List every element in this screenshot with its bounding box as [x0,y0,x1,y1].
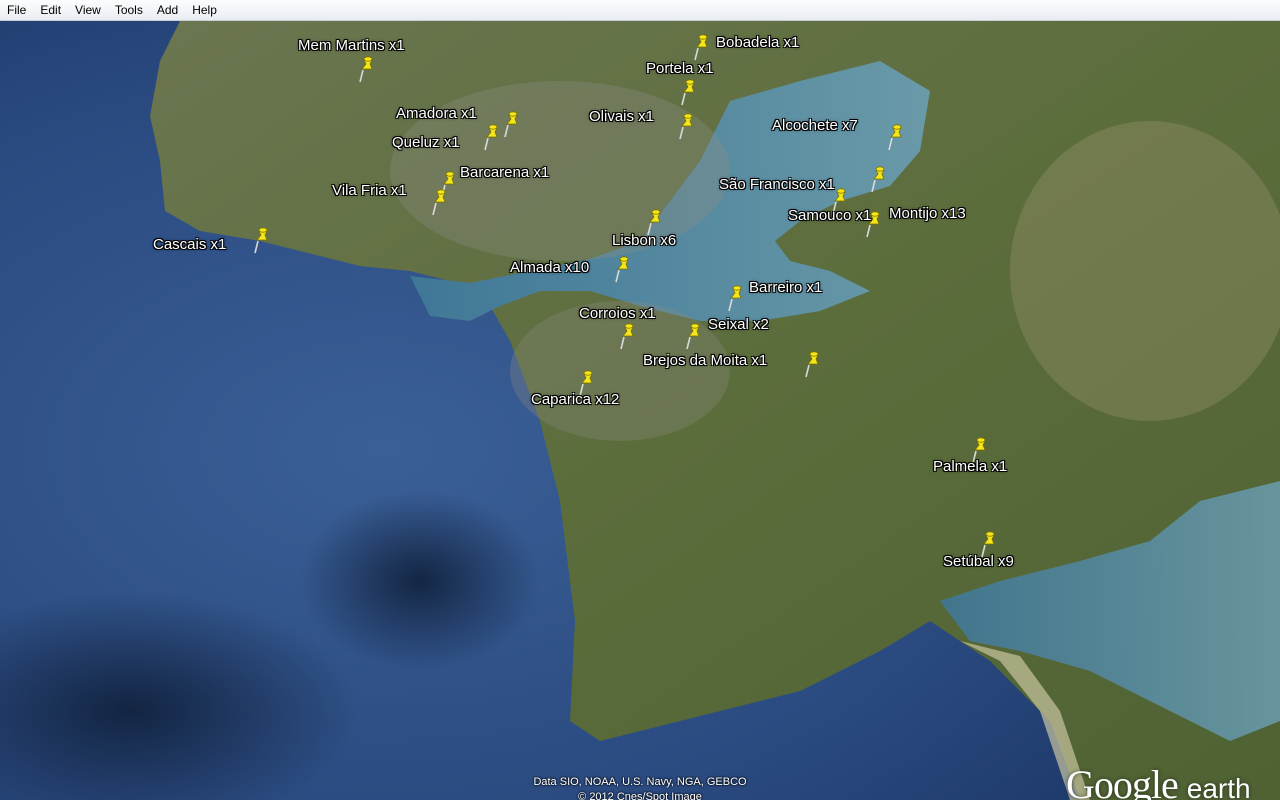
placemark-label-seixal[interactable]: Seixal x2 [708,316,769,333]
placemark-label-alcochete[interactable]: Alcochete x7 [772,117,858,134]
pushpin-icon[interactable] [684,323,704,351]
pushpin-icon[interactable] [430,189,450,217]
menu-view[interactable]: View [68,0,108,20]
pushpin-icon[interactable] [502,111,522,139]
pushpin-icon[interactable] [886,124,906,152]
imagery-credits: Data SIO, NOAA, U.S. Navy, NGA, GEBCO © … [515,775,765,800]
placemark-label-corroios[interactable]: Corroios x1 [579,305,656,322]
pushpin-icon[interactable] [252,227,272,255]
placemark-label-lisbon[interactable]: Lisbon x6 [612,232,676,249]
pushpin-icon[interactable] [613,256,633,284]
placemark-label-setubal[interactable]: Setúbal x9 [943,553,1014,570]
pushpin-icon[interactable] [482,124,502,152]
placemark-label-sao-francisco[interactable]: São Francisco x1 [719,176,835,193]
placemark-label-portela[interactable]: Portela x1 [646,60,714,77]
map-imagery [0,21,1280,800]
pushpin-icon[interactable] [677,113,697,141]
pushpin-icon[interactable] [692,34,712,62]
placemark-label-almada[interactable]: Almada x10 [510,259,589,276]
pushpin-icon[interactable] [357,56,377,84]
pushpin-icon[interactable] [618,323,638,351]
placemark-label-mem-martins[interactable]: Mem Martins x1 [298,37,405,54]
pushpin-icon[interactable] [679,79,699,107]
placemark-label-brejos-da-moita[interactable]: Brejos da Moita x1 [643,352,767,369]
google-earth-logo: Google earth [1066,762,1251,800]
placemark-label-montijo[interactable]: Montijo x13 [889,205,966,222]
placemark-label-olivais[interactable]: Olivais x1 [589,108,654,125]
satellite-map[interactable]: Mem Martins x1 Bobadela x1 Portela x1 Amado… [0,21,1280,800]
pushpin-icon[interactable] [803,351,823,379]
placemark-label-barreiro[interactable]: Barreiro x1 [749,279,822,296]
placemark-label-samouco[interactable]: Samouco x1 [788,207,871,224]
menu-file[interactable]: File [0,0,33,20]
pushpin-icon[interactable] [869,166,889,194]
menu-tools[interactable]: Tools [108,0,150,20]
cloud-shadow [300,491,540,671]
farmland-area [1010,121,1280,421]
almada-urban-area [510,301,730,441]
placemark-label-palmela[interactable]: Palmela x1 [933,458,1007,475]
placemark-label-vila-fria[interactable]: Vila Fria x1 [332,182,407,199]
placemark-label-cascais[interactable]: Cascais x1 [153,236,226,253]
placemark-label-amadora[interactable]: Amadora x1 [396,105,477,122]
placemark-label-caparica[interactable]: Caparica x12 [531,391,619,408]
placemark-label-bobadela[interactable]: Bobadela x1 [716,34,799,51]
credit-line: © 2012 Cnes/Spot Image [578,791,702,800]
credit-line: Data SIO, NOAA, U.S. Navy, NGA, GEBCO [533,776,747,788]
placemark-label-queluz[interactable]: Queluz x1 [392,134,460,151]
menu-help[interactable]: Help [185,0,224,20]
menu-edit[interactable]: Edit [33,0,68,20]
placemark-label-barcarena[interactable]: Barcarena x1 [460,164,549,181]
menu-bar: File Edit View Tools Add Help [0,0,1280,21]
menu-add[interactable]: Add [150,0,185,20]
pushpin-icon[interactable] [726,285,746,313]
